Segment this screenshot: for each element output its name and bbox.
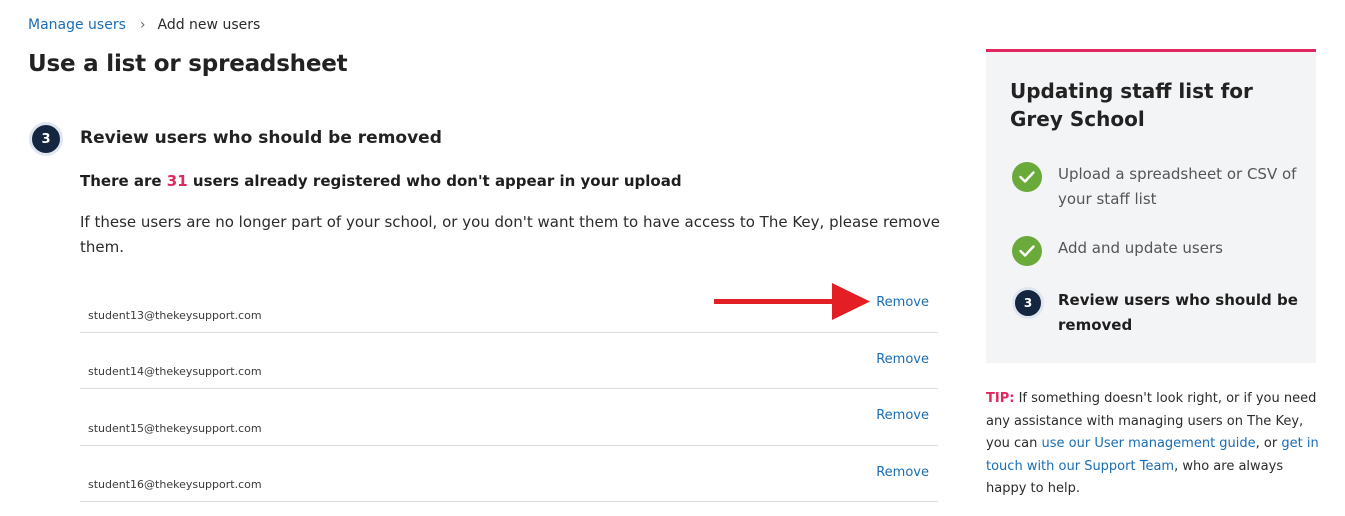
breadcrumb-current: Add new users xyxy=(157,17,261,33)
sidebar-step-upload: Upload a spreadsheet or CSV of your staf… xyxy=(1012,162,1302,212)
annotation-arrow-icon xyxy=(714,283,870,320)
sidebar-step-add-update: Add and update users xyxy=(1012,236,1302,266)
breadcrumb-manage-users-link[interactable]: Manage users xyxy=(28,17,126,33)
list-item: student16@thekeysupport.com Remove xyxy=(80,446,938,502)
progress-sidebar: Updating staff list for Grey School Uplo… xyxy=(986,49,1316,363)
unmatched-users-summary: There are 31 users already registered wh… xyxy=(80,172,682,190)
remove-user-button[interactable]: Remove xyxy=(876,295,929,310)
sidebar-step-label: Review users who should be removed xyxy=(1058,291,1298,334)
user-email: student16@thekeysupport.com xyxy=(88,478,262,491)
user-management-guide-link[interactable]: use our User management guide xyxy=(1042,436,1256,451)
page-title: Use a list or spreadsheet xyxy=(28,51,348,77)
summary-suffix: users already registered who don't appea… xyxy=(187,172,682,190)
checkmark-icon xyxy=(1012,236,1042,266)
step-heading: Review users who should be removed xyxy=(80,128,442,148)
tip-label: TIP: xyxy=(986,391,1015,406)
remove-user-button[interactable]: Remove xyxy=(876,408,929,423)
sidebar-title: Updating staff list for Grey School xyxy=(1010,79,1253,131)
list-item: student14@thekeysupport.com Remove xyxy=(80,333,938,389)
breadcrumb: Manage users › Add new users xyxy=(28,17,260,33)
remove-user-button[interactable]: Remove xyxy=(876,465,929,480)
step-number-badge: 3 xyxy=(1012,287,1044,319)
user-email: student14@thekeysupport.com xyxy=(88,365,262,378)
remove-user-button[interactable]: Remove xyxy=(876,352,929,367)
sidebar-step-label: Upload a spreadsheet or CSV of your staf… xyxy=(1058,165,1297,208)
summary-prefix: There are xyxy=(80,172,167,190)
tip-text: , or xyxy=(1255,436,1282,451)
removal-instructions: If these users are no longer part of you… xyxy=(80,213,940,256)
sidebar-step-review: 3 Review users who should be removed xyxy=(1012,287,1302,338)
unmatched-users-count: 31 xyxy=(166,172,188,190)
chevron-right-icon: › xyxy=(139,17,146,33)
user-email: student13@thekeysupport.com xyxy=(88,308,262,322)
user-email: student15@thekeysupport.com xyxy=(88,421,262,435)
checkmark-icon xyxy=(1012,162,1042,192)
sidebar-step-label: Add and update users xyxy=(1058,239,1223,257)
list-item: student15@thekeysupport.com Remove xyxy=(80,389,938,446)
step-number-badge: 3 xyxy=(29,122,63,156)
help-tip: TIP: If something doesn't look right, or… xyxy=(986,388,1321,501)
